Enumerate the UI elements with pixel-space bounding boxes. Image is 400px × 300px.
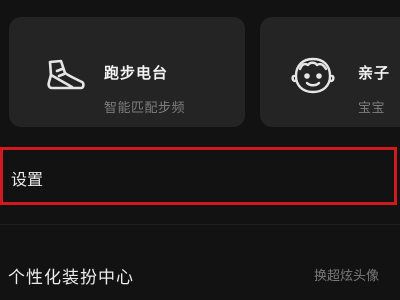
personalization-description: 换超炫头像: [314, 269, 380, 284]
card-subtitle: 智能匹配步频: [104, 101, 186, 116]
personalization-center-row[interactable]: 个性化装扮中心 换超炫头像: [0, 250, 400, 296]
app-screen: 跑步电台 智能匹配步频 亲子 宝宝 设置 个性化装扮中心 换超炫头像: [0, 0, 400, 300]
personalization-label: 个性化装扮中心: [8, 268, 134, 288]
family-card[interactable]: 亲子 宝宝: [260, 17, 400, 127]
card-subtitle: 宝宝: [358, 101, 386, 116]
section-divider: [0, 224, 400, 225]
child-face-icon: [290, 52, 336, 98]
settings-label: 设置: [11, 170, 44, 189]
card-title: 跑步电台: [104, 64, 169, 82]
running-radio-card[interactable]: 跑步电台 智能匹配步频: [9, 17, 245, 127]
running-shoe-icon: [41, 51, 89, 99]
card-title: 亲子: [358, 64, 391, 82]
settings-row[interactable]: 设置: [0, 147, 397, 205]
